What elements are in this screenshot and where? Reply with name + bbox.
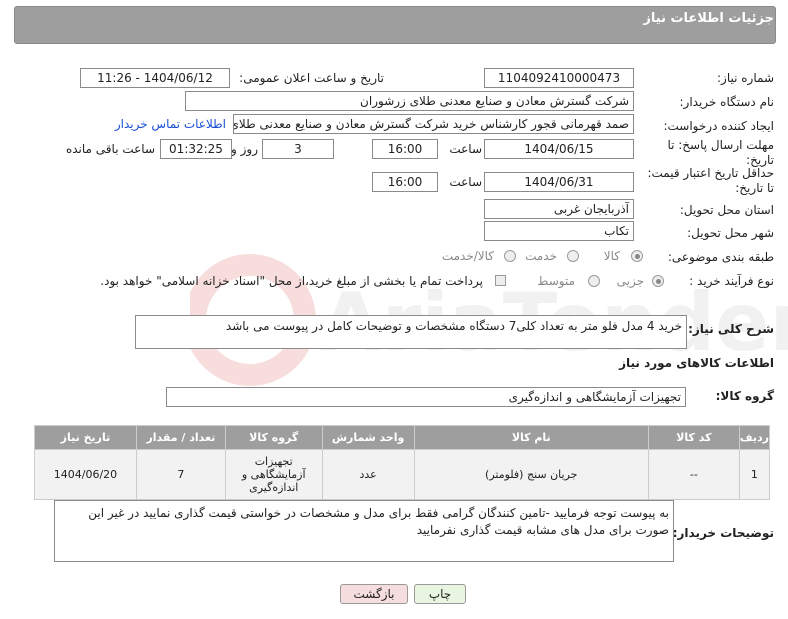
goods-table-header: ردیف کد کالا نام کالا واحد شمارش گروه کا… xyxy=(34,425,771,450)
reply-deadline-label: مهلت ارسال پاسخ: تا تاریخ: xyxy=(667,138,774,167)
price-validity-label: حداقل تاریخ اعتبار قیمت: تا تاریخ: xyxy=(647,166,774,195)
cell-group: تجهیزات آزمایشگاهی و اندازه‌گیری xyxy=(224,449,323,500)
category-option-service: خدمت xyxy=(525,249,557,263)
payment-note: پرداخت تمام یا بخشی از مبلغ خرید،از محل … xyxy=(100,274,483,288)
goods-table: ردیف کد کالا نام کالا واحد شمارش گروه کا… xyxy=(34,425,771,500)
col-qty: تعداد / مقدار xyxy=(135,425,226,450)
general-desc-field: خرید 4 مدل فلو متر به تعداد کلی7 دستگاه … xyxy=(135,315,687,349)
process-option-medium: متوسط xyxy=(537,274,575,288)
price-time-label: ساعت xyxy=(449,175,482,189)
process-radio-minor[interactable] xyxy=(652,275,664,287)
buyer-contact-link[interactable]: اطلاعات تماس خریدار xyxy=(115,117,226,131)
city-label: شهر محل تحویل: xyxy=(687,226,774,240)
cell-name: جریان سنج (فلومتر) xyxy=(413,449,649,500)
buyer-org-label: نام دستگاه خریدار: xyxy=(679,95,775,109)
remaining-time-field: 01:32:25 xyxy=(160,139,232,159)
price-date-field: 1404/06/31 xyxy=(484,172,634,192)
cell-unit: عدد xyxy=(321,449,415,500)
category-radio-goods[interactable] xyxy=(631,250,643,262)
col-group: گروه کالا xyxy=(224,425,323,450)
city-field: تکاب xyxy=(484,221,634,241)
process-label: نوع فرآیند خرید : xyxy=(689,274,774,288)
category-label: طبقه بندی موضوعی: xyxy=(667,250,774,264)
table-row: 1 -- جریان سنج (فلومتر) عدد تجهیزات آزما… xyxy=(34,449,771,500)
days-label: روز و xyxy=(231,142,258,156)
col-code: کد کالا xyxy=(647,425,740,450)
announce-label: تاریخ و ساعت اعلان عمومی: xyxy=(239,71,384,85)
process-radio-medium[interactable] xyxy=(588,275,600,287)
col-unit: واحد شمارش xyxy=(321,425,415,450)
announce-field: 1404/06/12 - 11:26 xyxy=(80,68,230,88)
creator-label: ایجاد کننده درخواست: xyxy=(663,119,774,133)
goods-group-label: گروه کالا: xyxy=(715,389,774,403)
col-date: تاریخ نیاز xyxy=(34,425,137,450)
general-desc-label: شرح کلی نیاز: xyxy=(688,322,774,336)
category-radio-goods-service[interactable] xyxy=(504,250,516,262)
reply-time-label: ساعت xyxy=(449,142,482,156)
goods-section-title: اطلاعات کالاهای مورد نیاز xyxy=(619,356,774,370)
page-title: جزئیات اطلاعات نیاز xyxy=(643,11,774,26)
cell-qty: 7 xyxy=(135,449,226,500)
reply-time-field: 16:00 xyxy=(372,139,438,159)
buyer-notes-label: توضیحات خریدار: xyxy=(672,526,774,540)
province-label: استان محل تحویل: xyxy=(679,203,774,217)
need-number-label: شماره نیاز: xyxy=(717,71,774,85)
goods-group-field: تجهیزات آزمایشگاهی و اندازه‌گیری xyxy=(166,387,686,407)
need-number-field: 1104092410000473 xyxy=(484,68,634,88)
remaining-label: ساعت باقی مانده xyxy=(65,142,155,156)
back-button[interactable]: بازگشت xyxy=(340,584,408,604)
payment-checkbox[interactable] xyxy=(495,275,506,286)
cell-code: -- xyxy=(647,449,740,500)
col-name: نام کالا xyxy=(413,425,649,450)
category-radio-service[interactable] xyxy=(567,250,579,262)
category-option-goods-service: کالا/خدمت xyxy=(441,249,494,263)
province-field: آذربایجان غربی xyxy=(484,199,634,219)
creator-field: صمد قهرمانی قجور کارشناس خرید شرکت گسترش… xyxy=(233,114,634,134)
days-field: 3 xyxy=(262,139,334,159)
print-button[interactable]: چاپ xyxy=(414,584,466,604)
category-option-goods: کالا xyxy=(603,249,620,263)
buyer-notes-field: به پیوست توجه فرمایید -تامین کنندگان گرا… xyxy=(54,500,674,562)
cell-index: 1 xyxy=(738,449,771,500)
cell-date: 1404/06/20 xyxy=(34,449,137,500)
buyer-org-field: شرکت گسترش معادن و صنایع معدنی طلای زرشو… xyxy=(185,91,634,111)
process-option-minor: جزیی xyxy=(616,274,644,288)
col-index: ردیف xyxy=(738,425,771,450)
reply-date-field: 1404/06/15 xyxy=(484,139,634,159)
price-time-field: 16:00 xyxy=(372,172,438,192)
